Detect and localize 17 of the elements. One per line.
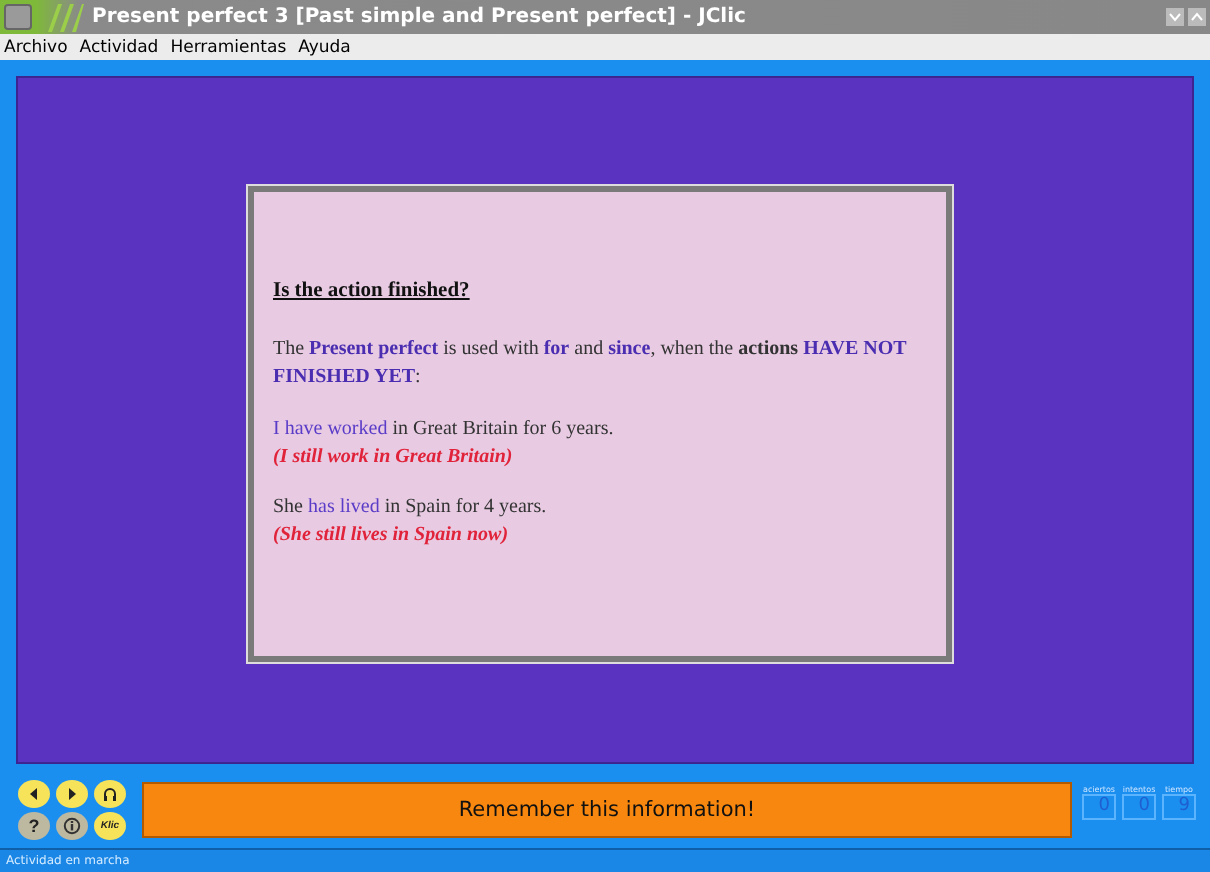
window-title: Present perfect 3 [Past simple and Present perfect] - JClic xyxy=(92,6,748,28)
forward-button[interactable] xyxy=(56,780,88,808)
menu-item[interactable]: Herramientas xyxy=(170,37,287,57)
note-text: (She still lives in Spain now) xyxy=(273,522,511,548)
paragraph: The Present perfect is used with for and since, when the actions HAVE NOT FINISHED YET: xyxy=(273,336,909,392)
headphones-icon xyxy=(100,784,120,804)
menu-item[interactable]: Actividad xyxy=(79,37,159,57)
menu-item[interactable]: Archivo xyxy=(4,37,68,57)
back-button[interactable] xyxy=(18,780,50,808)
paragraph: I have worked in Great Britain for 6 years. xyxy=(273,416,616,444)
card-heading: Is the action finished? xyxy=(273,280,470,302)
message-box: Remember this information! xyxy=(142,782,1072,838)
menu-item[interactable]: Ayuda xyxy=(298,37,351,57)
audio-button[interactable] xyxy=(94,780,126,808)
info-icon xyxy=(62,816,82,836)
note-text: (I still work in Great Britain) xyxy=(273,444,515,470)
paragraph: She has lived in Spain for 4 years. xyxy=(273,494,549,522)
